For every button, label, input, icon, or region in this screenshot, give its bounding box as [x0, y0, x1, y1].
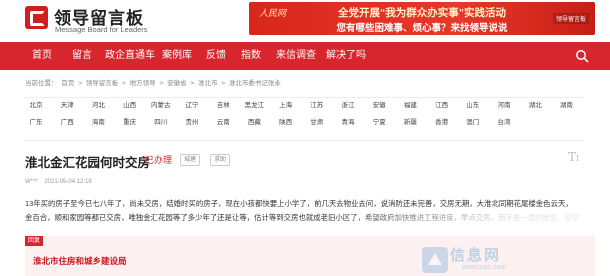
- region-link[interactable]: 海南: [86, 117, 110, 129]
- breadcrumb-province[interactable]: 安徽省: [167, 80, 187, 87]
- breadcrumb-leader[interactable]: 淮北市委书记张永: [229, 80, 281, 87]
- watermark-logo-icon: [422, 247, 448, 273]
- region-link[interactable]: 黑龙江: [242, 100, 266, 112]
- region-grid-top-border: [24, 97, 584, 98]
- breadcrumb-prefix: 当前位置：: [25, 80, 58, 87]
- region-link[interactable]: 江苏: [305, 100, 329, 112]
- region-link[interactable]: 广西: [55, 117, 79, 129]
- status-badge: 已办理: [145, 155, 173, 165]
- category-tag[interactable]: 城建: [180, 154, 201, 166]
- region-link[interactable]: 贵州: [180, 117, 204, 129]
- breadcrumb-sep: >: [122, 80, 126, 87]
- region-link[interactable]: 北京: [24, 100, 48, 112]
- nav-home[interactable]: 首页: [32, 42, 52, 70]
- region-link[interactable]: 重庆: [118, 117, 142, 129]
- nav-feedback[interactable]: 反馈: [206, 42, 226, 70]
- region-link[interactable]: 广东: [24, 117, 48, 129]
- region-link[interactable]: 澳门: [461, 117, 485, 129]
- region-link[interactable]: 山西: [118, 100, 142, 112]
- message-body-line: 13年买的房子至今已七八年了，尚未交房，结婚时买的房子，现在小孩都快要上小学了，…: [25, 199, 573, 208]
- breadcrumb-sep: >: [221, 80, 226, 87]
- main-nav: 首页 留言 政企直通车 案例库 反馈 指数 来信调查 解决了吗: [0, 42, 610, 70]
- message-title: 淮北金汇花园何时交房: [25, 156, 151, 170]
- nav-index[interactable]: 指数: [241, 42, 261, 70]
- reply-badge: 回复: [25, 236, 43, 246]
- region-link[interactable]: 云南: [211, 117, 235, 129]
- breadcrumb-home[interactable]: 首页: [61, 80, 74, 87]
- watermark-url: www.xqic.com: [462, 264, 507, 271]
- region-link[interactable]: 浙江: [336, 100, 360, 112]
- region-link[interactable]: 湖北: [523, 100, 547, 112]
- breadcrumb-city[interactable]: 淮北市: [198, 80, 218, 87]
- watermark-text: 信息网: [450, 247, 502, 264]
- region-link[interactable]: 山东: [461, 100, 485, 112]
- region-link[interactable]: 河北: [86, 100, 110, 112]
- region-link[interactable]: 内蒙古: [149, 100, 173, 112]
- banner-brand-badge: 领导留言板: [552, 13, 589, 24]
- site-logo-subtitle: Message Board for Leaders: [55, 25, 148, 34]
- message-author: W***: [25, 179, 38, 185]
- type-tag[interactable]: 求助: [210, 154, 231, 166]
- region-link[interactable]: 安徽: [367, 100, 391, 112]
- nav-gov-express[interactable]: 政企直通车: [105, 42, 155, 70]
- font-size-toggle-icon[interactable]: TI: [568, 150, 579, 164]
- region-grid-bottom-border: [24, 140, 584, 141]
- region-link[interactable]: 福建: [398, 100, 422, 112]
- search-icon[interactable]: [575, 49, 589, 63]
- region-link[interactable]: 江西: [430, 100, 454, 112]
- breadcrumb-board[interactable]: 领导留言板: [86, 80, 119, 87]
- site-logo-icon[interactable]: [25, 6, 48, 29]
- region-link[interactable]: 四川: [149, 117, 173, 129]
- nav-messages[interactable]: 留言: [72, 42, 92, 70]
- region-link[interactable]: 陕西: [274, 117, 298, 129]
- nav-solved[interactable]: 解决了吗: [326, 42, 366, 70]
- region-link[interactable]: 辽宁: [180, 100, 204, 112]
- message-date: 2021-05-04 12:18: [44, 179, 92, 185]
- region-link[interactable]: 河南: [492, 100, 516, 112]
- breadcrumb-local-leaders[interactable]: 地方领导: [130, 80, 156, 87]
- site-header: 领导留言板 Message Board for Leaders 人民网 全党开展…: [0, 0, 610, 40]
- region-link[interactable]: 台湾: [492, 117, 516, 129]
- region-link[interactable]: 上海: [274, 100, 298, 112]
- region-link[interactable]: 天津: [55, 100, 79, 112]
- region-link[interactable]: 吉林: [211, 100, 235, 112]
- campaign-banner[interactable]: 人民网 全党开展“我为群众办实事”实践活动 您有哪些困难事、烦心事？来找领导说说…: [249, 2, 595, 35]
- region-link[interactable]: 宁夏: [367, 117, 391, 129]
- nav-case-library[interactable]: 案例库: [162, 42, 192, 70]
- nav-letter-survey[interactable]: 来信调查: [276, 42, 316, 70]
- breadcrumb-sep: >: [78, 80, 82, 87]
- region-link[interactable]: 西藏: [242, 117, 266, 129]
- reply-organization: 淮北市住房和城乡建设局: [33, 256, 127, 266]
- banner-subline: 您有哪些困难事、烦心事？来找领导说说: [336, 23, 508, 34]
- banner-headline: 全党开展“我为群众办实事”实践活动: [338, 7, 506, 19]
- region-link[interactable]: 香港: [430, 117, 454, 129]
- text-fade-overlay: [330, 210, 610, 228]
- region-link[interactable]: 湖南: [554, 100, 578, 112]
- breadcrumb: 当前位置： 首页 > 领导留言板 > 地方领导 > 安徽省 > 淮北市 > 淮北…: [25, 77, 283, 87]
- breadcrumb-sep: >: [159, 80, 164, 87]
- region-link[interactable]: 新疆: [398, 117, 422, 129]
- message-meta: W*** 2021-05-04 12:18: [25, 179, 92, 185]
- region-link[interactable]: 青海: [336, 117, 360, 129]
- region-link[interactable]: 甘肃: [305, 117, 329, 129]
- breadcrumb-sep: >: [190, 80, 195, 87]
